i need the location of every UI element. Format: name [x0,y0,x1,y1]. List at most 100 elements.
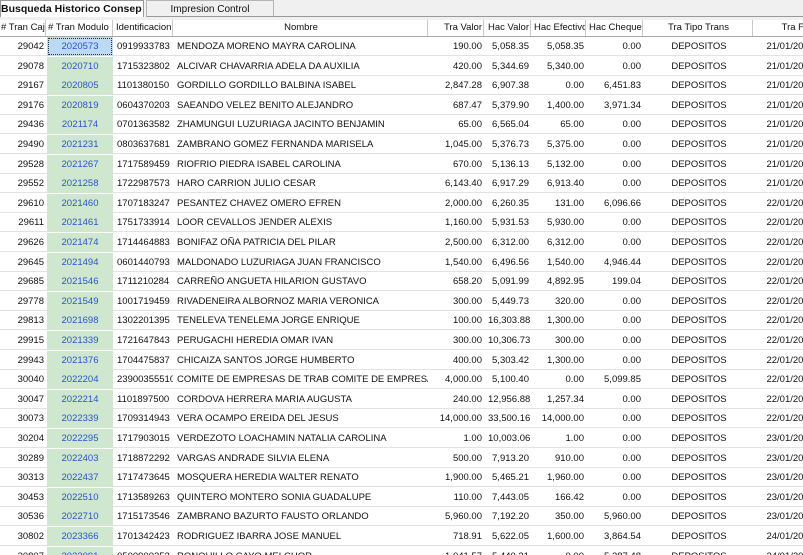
cell-identificacion: 1101897500 [117,393,170,405]
cell-nombre: RIOFRIO PIEDRA ISABEL CAROLINA [177,158,341,170]
table-row[interactable]: 29611 2021461 1751733914 LOOR CEVALLOS JEND… [0,213,803,233]
cell-tran-modulo[interactable]: 2023091 [47,546,113,555]
table-row[interactable]: 29626 2021474 1714464883 BONIFAZ OÑA PATRIC… [0,233,803,252]
header-hac-valor[interactable]: Hac Valor [486,20,531,36]
header-tra-valor[interactable]: Tra Valor [430,20,484,36]
cell-tran-modulo[interactable]: 2021546 [47,272,113,292]
table-row[interactable]: 30047 2022214 1101897500 CORDOVA HERRERA MA… [0,389,803,409]
cell-tran-modulo[interactable]: 2021339 [47,331,113,350]
table-row[interactable]: 30802 2023366 1701342423 RODRIGUEZ IBARRA J… [0,527,803,546]
cell-hac-cheque: 0.00 [622,237,642,248]
cell-tran-modulo[interactable]: 2022437 [47,468,113,488]
cell-tran-modulo[interactable]: 2021474 [47,233,113,252]
table-row[interactable]: 29685 2021546 1711210284 CARREÑO ANGUETA HI… [0,272,803,292]
table-row[interactable]: 30313 2022437 1717473645 MOSQUERA HEREDIA W… [0,468,803,488]
table-row[interactable]: 29645 2021494 0601440793 MALDONADO LUZURIAG… [0,252,803,272]
cell-tra-fec: 23/01/2014 [766,472,803,484]
cell-tran-modulo[interactable]: 2022339 [47,409,113,429]
table-row[interactable]: 29943 2021376 1704475837 CHICAIZA SANTOS JO… [0,350,803,370]
table-row[interactable]: 29176 2020819 0604370203 SAEANDO VELEZ BENI… [0,95,803,115]
cell-tran-modulo[interactable]: 2020710 [47,56,113,76]
cell-tran-caja: 29778 [17,295,44,307]
table-row[interactable]: 29042 2020573 0919933783 MENDOZA MORENO MAY… [0,37,803,56]
cell-hac-cheque: 0.00 [622,335,642,346]
table-row[interactable]: 29610 2021460 1707183247 PESANTEZ CHAVEZ OM… [0,193,803,213]
cell-nombre: MOSQUERA HEREDIA WALTER RENATO [177,472,359,484]
cell-tipo-trans: DEPOSITOS [671,178,727,190]
cell-tran-modulo[interactable]: 2022510 [47,487,113,507]
cell-hac-cheque: 199.04 [611,276,641,288]
cell-tra-valor: 2,500.00 [445,237,482,248]
table-row[interactable]: 3080720230910500900253RONQUILLO CAYO MEL… [0,546,803,555]
header-tran-modulo[interactable]: # Tran Modulo [47,20,113,36]
table-row[interactable]: 29528 2021267 1717589459 RIOFRIO PIEDRA ISA… [0,154,803,174]
cell-tran-modulo[interactable]: 2021258 [47,174,113,194]
cell-tran-caja: 29915 [17,335,44,346]
table-row[interactable]: 30453 2022510 1713589263 QUINTERO MONTERO S… [0,487,803,507]
cell-hac-efectivo: 4,892.95 [547,276,584,288]
cell-tipo-trans: DEPOSITOS [671,354,727,366]
cell-identificacion: 1721647843 [117,335,170,346]
cell-tran-modulo[interactable]: 2022295 [47,429,113,448]
cell-tran-caja: 30536 [17,511,44,523]
cell-nombre: CORDOVA HERRERA MARIA AUGUSTA [177,393,352,405]
table-row[interactable]: 29167 2020805 1101380150 GORDILLO GORDILLO … [0,76,803,96]
table-row[interactable]: 30204 2022295 1717903015 VERDEZOTO LOACHAMI… [0,429,803,448]
cell-tran-modulo[interactable]: 2021461 [47,213,113,233]
cell-tran-modulo[interactable]: 2021698 [47,311,113,331]
cell-hac-efectivo: 6,913.40 [547,178,584,190]
table-row[interactable]: 29490 2021231 0803637681 ZAMBRANO GOMEZ FER… [0,135,803,154]
header-tipo-trans[interactable]: Tra Tipo Trans [645,20,753,36]
cell-tran-modulo[interactable]: 2020805 [47,76,113,96]
header-tra-fec[interactable]: Tra Fec [756,20,803,36]
cell-nombre: MENDOZA MORENO MAYRA CAROLINA [177,41,356,52]
table-row[interactable]: 300402022204 2390035551001 COMITE DE EMPRE… [0,370,803,390]
tab-busqueda-historico[interactable]: Busqueda Historico Consep [0,0,144,17]
cell-tran-modulo[interactable]: 2020819 [47,95,113,115]
cell-hac-cheque: 0.00 [622,41,642,52]
table-row[interactable]: 30289 2022403 1718872292 VARGAS ANDRADE SIL… [0,448,803,468]
cell-tran-modulo[interactable]: 2022204 [47,370,113,390]
cell-hac-cheque: 0.00 [622,315,642,327]
cell-tran-modulo[interactable]: 2022403 [47,448,113,468]
cell-tra-valor: 1,041.57 [430,547,484,555]
cell-tipo-trans: DEPOSITOS [671,158,727,170]
cell-tran-modulo[interactable]: 2020573 [47,37,113,56]
table-row[interactable]: 29078 2020710 1715323802 ALCIVAR CHAVARRIA … [0,56,803,76]
cell-tran-modulo[interactable]: 2021174 [47,115,113,135]
cell-tra-valor: 110.00 [453,491,482,503]
table-row[interactable]: 29813 2021698 1302201395 TENELEVA TENELEMA … [0,311,803,331]
table-row[interactable]: 29436 2021174 0701363582 ZHAMUNGUI LUZURIAG… [0,115,803,135]
header-nombre[interactable]: Nombre [175,20,428,36]
cell-tipo-trans: DEPOSITOS [671,217,727,229]
cell-hac-efectivo: 1.00 [565,433,585,444]
header-identificacion[interactable]: Identificacion [115,20,173,36]
cell-tran-modulo[interactable]: 2021494 [47,252,113,272]
cell-hac-valor: 5,376.73 [492,139,529,150]
header-hac-efectivo[interactable]: Hac Efectivo [533,20,586,36]
table-row[interactable]: 30536 2022710 1715173546 ZAMBRANO BAZURTO F… [0,507,803,527]
cell-identificacion: 1001719459 [117,295,170,307]
cell-tran-modulo[interactable]: 2021267 [47,154,113,174]
cell-hac-cheque: 0.00 [622,119,642,131]
table-row[interactable]: 29552 2021258 1722987573 HARO CARRION JULIO… [0,174,803,194]
cell-tran-modulo[interactable]: 2021549 [47,291,113,311]
table-row[interactable]: 29915 2021339 1721647843 PERUGACHI HEREDIA … [0,331,803,350]
cell-tran-modulo[interactable]: 2022710 [47,507,113,527]
table-row[interactable]: 29778 2021549 1001719459 RIVADENEIRA ALBORN… [0,291,803,311]
cell-tran-caja: 30313 [17,472,44,484]
cell-tran-modulo[interactable]: 2023366 [47,527,113,546]
cell-tipo-trans: DEPOSITOS [671,276,727,288]
header-tran-caja[interactable]: # Tran Caja [0,20,46,36]
cell-hac-valor: 6,907.38 [492,80,529,92]
cell-tran-modulo[interactable]: 2021231 [47,135,113,154]
header-hac-cheque[interactable]: Hac Cheque [588,20,643,36]
cell-tipo-trans: DEPOSITOS [671,491,727,503]
cell-tran-modulo[interactable]: 2021376 [47,350,113,370]
cell-tra-fec: 22/01/2014 [766,256,803,268]
cell-tran-modulo[interactable]: 2021460 [47,193,113,213]
tab-impresion-control[interactable]: Impresion Control [146,0,274,17]
cell-tran-modulo[interactable]: 2022214 [47,389,113,409]
cell-hac-cheque: 0.00 [622,295,642,307]
table-row[interactable]: 30073 2022339 1709314943 VERA OCAMPO EREIDA… [0,409,803,429]
